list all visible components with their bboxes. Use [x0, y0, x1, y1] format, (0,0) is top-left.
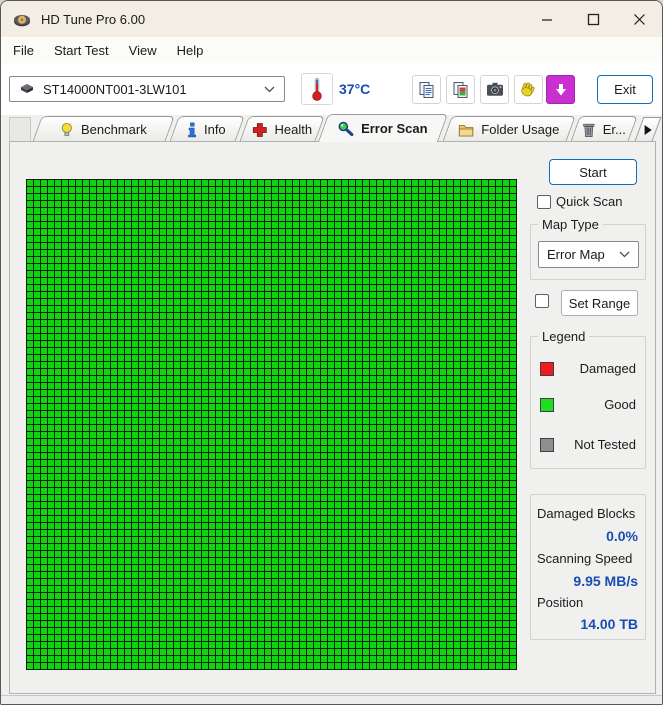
- trash-icon: [583, 123, 595, 137]
- scanning-speed-label: Scanning Speed: [537, 551, 633, 566]
- map-type-select[interactable]: Error Map: [538, 241, 639, 268]
- screenshot-camera-icon: [486, 82, 503, 96]
- legend-not-tested-label: Not Tested: [574, 437, 636, 452]
- close-icon: [633, 13, 645, 25]
- legend-damaged-label: Damaged: [579, 361, 636, 376]
- chevron-down-icon: [619, 251, 630, 258]
- map-type-selected-value: Error Map: [547, 247, 605, 262]
- tab-folder-usage-label: Folder Usage: [481, 122, 560, 137]
- arrow-right-icon: [644, 124, 652, 135]
- error-scan-panel: Start Quick Scan Map Type Error Map Set …: [9, 141, 656, 694]
- tab-health-label: Health: [274, 122, 313, 137]
- set-range-checkbox[interactable]: [535, 294, 549, 308]
- legend-item-damaged: Damaged: [540, 361, 636, 376]
- scanning-speed-value: 9.95 MB/s: [573, 573, 638, 589]
- maximize-icon: [587, 13, 599, 25]
- magnifier-icon: [338, 121, 354, 136]
- folder-icon: [459, 124, 474, 136]
- menu-item-file[interactable]: File: [3, 39, 44, 62]
- position-value: 14.00 TB: [580, 616, 638, 632]
- chevron-down-icon: [264, 86, 275, 92]
- minimize-icon: [542, 19, 552, 21]
- tab-erase-label: Er...: [602, 122, 626, 137]
- app-icon: [14, 15, 30, 27]
- minimize-button[interactable]: [524, 1, 570, 37]
- save-button[interactable]: [546, 75, 575, 104]
- map-type-title: Map Type: [538, 217, 603, 232]
- legend-item-not-tested: Not Tested: [540, 437, 636, 452]
- drive-selector[interactable]: ST14000NT001-3LW101: [9, 76, 285, 102]
- tab-folder-usage[interactable]: Folder Usage: [442, 116, 576, 142]
- toolbar: ST14000NT001-3LW101 37°C Exit: [1, 63, 662, 115]
- quick-scan-checkbox[interactable]: [537, 194, 551, 209]
- scan-map[interactable]: [26, 179, 517, 670]
- menu-item-start-test[interactable]: Start Test: [44, 39, 119, 62]
- title-bar: HD Tune Pro 6.00: [1, 1, 662, 37]
- good-swatch: [540, 397, 554, 412]
- quick-scan-label: Quick Scan: [556, 194, 623, 209]
- menu-bar: File Start Test View Help: [1, 37, 662, 63]
- temperature-value: 37°C: [339, 81, 371, 97]
- hd-tune-window: HD Tune Pro 6.00 File Start Test View He…: [0, 0, 663, 705]
- screenshot-button[interactable]: [480, 75, 509, 104]
- maximize-button[interactable]: [570, 1, 616, 37]
- donate-hand-icon: [520, 82, 534, 96]
- thermometer-icon: [312, 78, 322, 101]
- tab-error-scan[interactable]: Error Scan: [317, 114, 449, 142]
- tab-benchmark[interactable]: Benchmark: [32, 116, 175, 142]
- set-range-button[interactable]: Set Range: [561, 290, 638, 316]
- damaged-blocks-value: 0.0%: [606, 528, 638, 544]
- legend-groupbox: Legend Damaged Good Not Tested: [530, 329, 646, 469]
- close-button[interactable]: [616, 1, 662, 37]
- position-label: Position: [537, 595, 584, 610]
- legend-good-label: Good: [604, 397, 636, 412]
- drive-selector-value: ST14000NT001-3LW101: [43, 81, 187, 97]
- window-title: HD Tune Pro 6.00: [41, 11, 146, 27]
- copy-text-button[interactable]: [412, 75, 441, 104]
- copy-text-icon: [419, 81, 433, 98]
- copy-image-icon: [453, 81, 467, 98]
- tab-erase[interactable]: Er...: [570, 116, 638, 142]
- copy-image-button[interactable]: [446, 75, 475, 104]
- status-strip: [1, 695, 662, 704]
- lightbulb-icon: [61, 122, 72, 136]
- damaged-swatch: [540, 361, 554, 376]
- tab-error-scan-label: Error Scan: [361, 121, 428, 136]
- tab-health[interactable]: Health: [239, 116, 325, 142]
- tab-benchmark-label: Benchmark: [80, 122, 147, 137]
- info-icon: [188, 122, 197, 137]
- tab-stub: [9, 117, 31, 141]
- donate-button[interactable]: [514, 75, 543, 104]
- legend-item-good: Good: [540, 397, 636, 412]
- map-type-groupbox: Map Type Error Map: [530, 217, 646, 280]
- damaged-blocks-label: Damaged Blocks: [537, 506, 636, 521]
- hard-drive-icon: [21, 84, 33, 93]
- menu-item-help[interactable]: Help: [167, 39, 214, 62]
- health-cross-icon: [252, 122, 267, 137]
- exit-button[interactable]: Exit: [597, 75, 653, 104]
- start-button[interactable]: Start: [549, 159, 637, 185]
- temperature-button[interactable]: [301, 73, 333, 105]
- legend-title: Legend: [538, 329, 590, 344]
- tab-scroll-right-button[interactable]: [634, 117, 662, 141]
- save-download-icon: [555, 83, 566, 95]
- scan-stats-box: Damaged Blocks 0.0% Scanning Speed 9.95 …: [530, 494, 646, 640]
- tab-info[interactable]: Info: [169, 116, 245, 142]
- menu-item-view[interactable]: View: [119, 39, 167, 62]
- tab-info-label: Info: [203, 122, 226, 137]
- not-tested-swatch: [540, 437, 554, 452]
